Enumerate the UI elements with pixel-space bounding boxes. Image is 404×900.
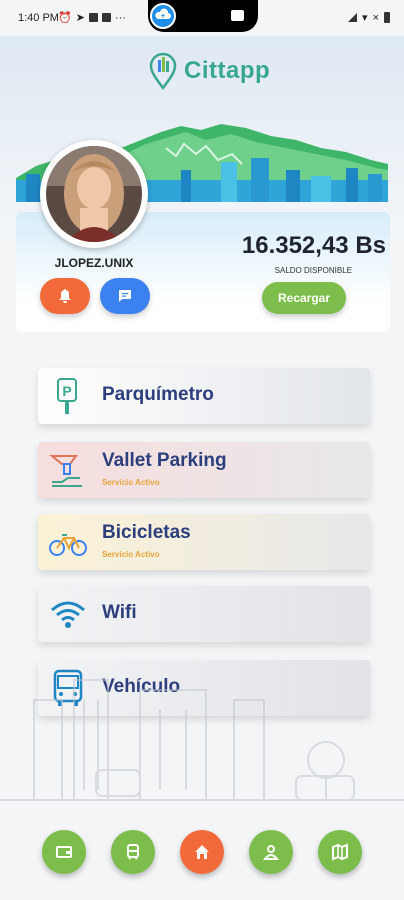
wallet-icon — [56, 846, 72, 858]
status-notification-icons: ⏰ ➤ ··· — [58, 11, 126, 25]
service-label: Parquímetro — [102, 384, 214, 405]
wifi-status-icon: ▾ — [362, 12, 368, 24]
nav-transport[interactable] — [111, 830, 155, 874]
balance-amount: 16.352,43 Bs — [241, 232, 386, 259]
parking-meter-icon: P — [57, 378, 77, 414]
service-card-parquimetro[interactable]: P Parquímetro — [38, 368, 370, 424]
app-icon — [101, 13, 111, 22]
telegram-icon: ➤ — [75, 12, 85, 24]
valet-icon — [49, 455, 82, 487]
app-logo: Cittapp — [148, 52, 270, 90]
messages-button[interactable] — [100, 278, 150, 314]
balance-label: SALDO DISPONIBLE — [274, 266, 352, 275]
system-status: ▾ × — [348, 11, 390, 24]
app-name: Cittapp — [184, 57, 271, 84]
city-background-illustration — [0, 679, 404, 801]
chat-icon — [119, 290, 131, 302]
map-icon — [332, 843, 348, 861]
profile-photo — [46, 146, 142, 242]
nav-profile[interactable] — [249, 830, 293, 874]
camera-icon — [231, 10, 244, 21]
nav-map[interactable] — [318, 830, 362, 874]
nav-home[interactable] — [180, 830, 224, 874]
status-bar: 1:40 PM ⏰ ➤ ··· ▾ × — [0, 0, 404, 36]
service-card-vallet-parking[interactable]: Vallet Parking Servicio Activo — [38, 442, 370, 498]
service-status: Servicio Activo — [102, 550, 160, 559]
profile-icon — [262, 845, 280, 860]
service-label: Bicicletas — [102, 522, 191, 543]
service-label: Wifi — [102, 602, 137, 623]
username: JLOPEZ.UNIX — [54, 256, 134, 270]
bicycle-icon — [49, 534, 87, 556]
alarm-icon: ⏰ — [58, 12, 72, 24]
notifications-button[interactable] — [40, 278, 90, 314]
more-icon: ··· — [114, 11, 126, 24]
service-card-wifi[interactable]: Wifi — [38, 586, 370, 642]
home-icon — [195, 845, 209, 859]
service-card-bicicletas[interactable]: Bicicletas Servicio Activo — [38, 514, 370, 570]
nav-wallet[interactable] — [42, 830, 86, 874]
svg-text:P: P — [62, 383, 71, 399]
battery-icon — [384, 12, 390, 23]
service-label: Vallet Parking — [102, 450, 227, 471]
service-status: Servicio Activo — [102, 478, 160, 487]
cloud-upload-icon — [150, 3, 176, 29]
recharge-button[interactable]: Recargar — [262, 282, 346, 314]
bottom-navigation — [0, 822, 404, 882]
status-time: 1:40 PM — [18, 12, 59, 24]
bell-icon — [59, 289, 71, 303]
wifi-icon — [51, 601, 85, 628]
transport-icon — [127, 844, 139, 860]
x-icon: × — [372, 11, 379, 24]
app-icon — [88, 13, 98, 22]
avatar[interactable] — [40, 140, 148, 248]
signal-icon — [348, 13, 358, 22]
logo-pin-icon — [149, 52, 177, 90]
